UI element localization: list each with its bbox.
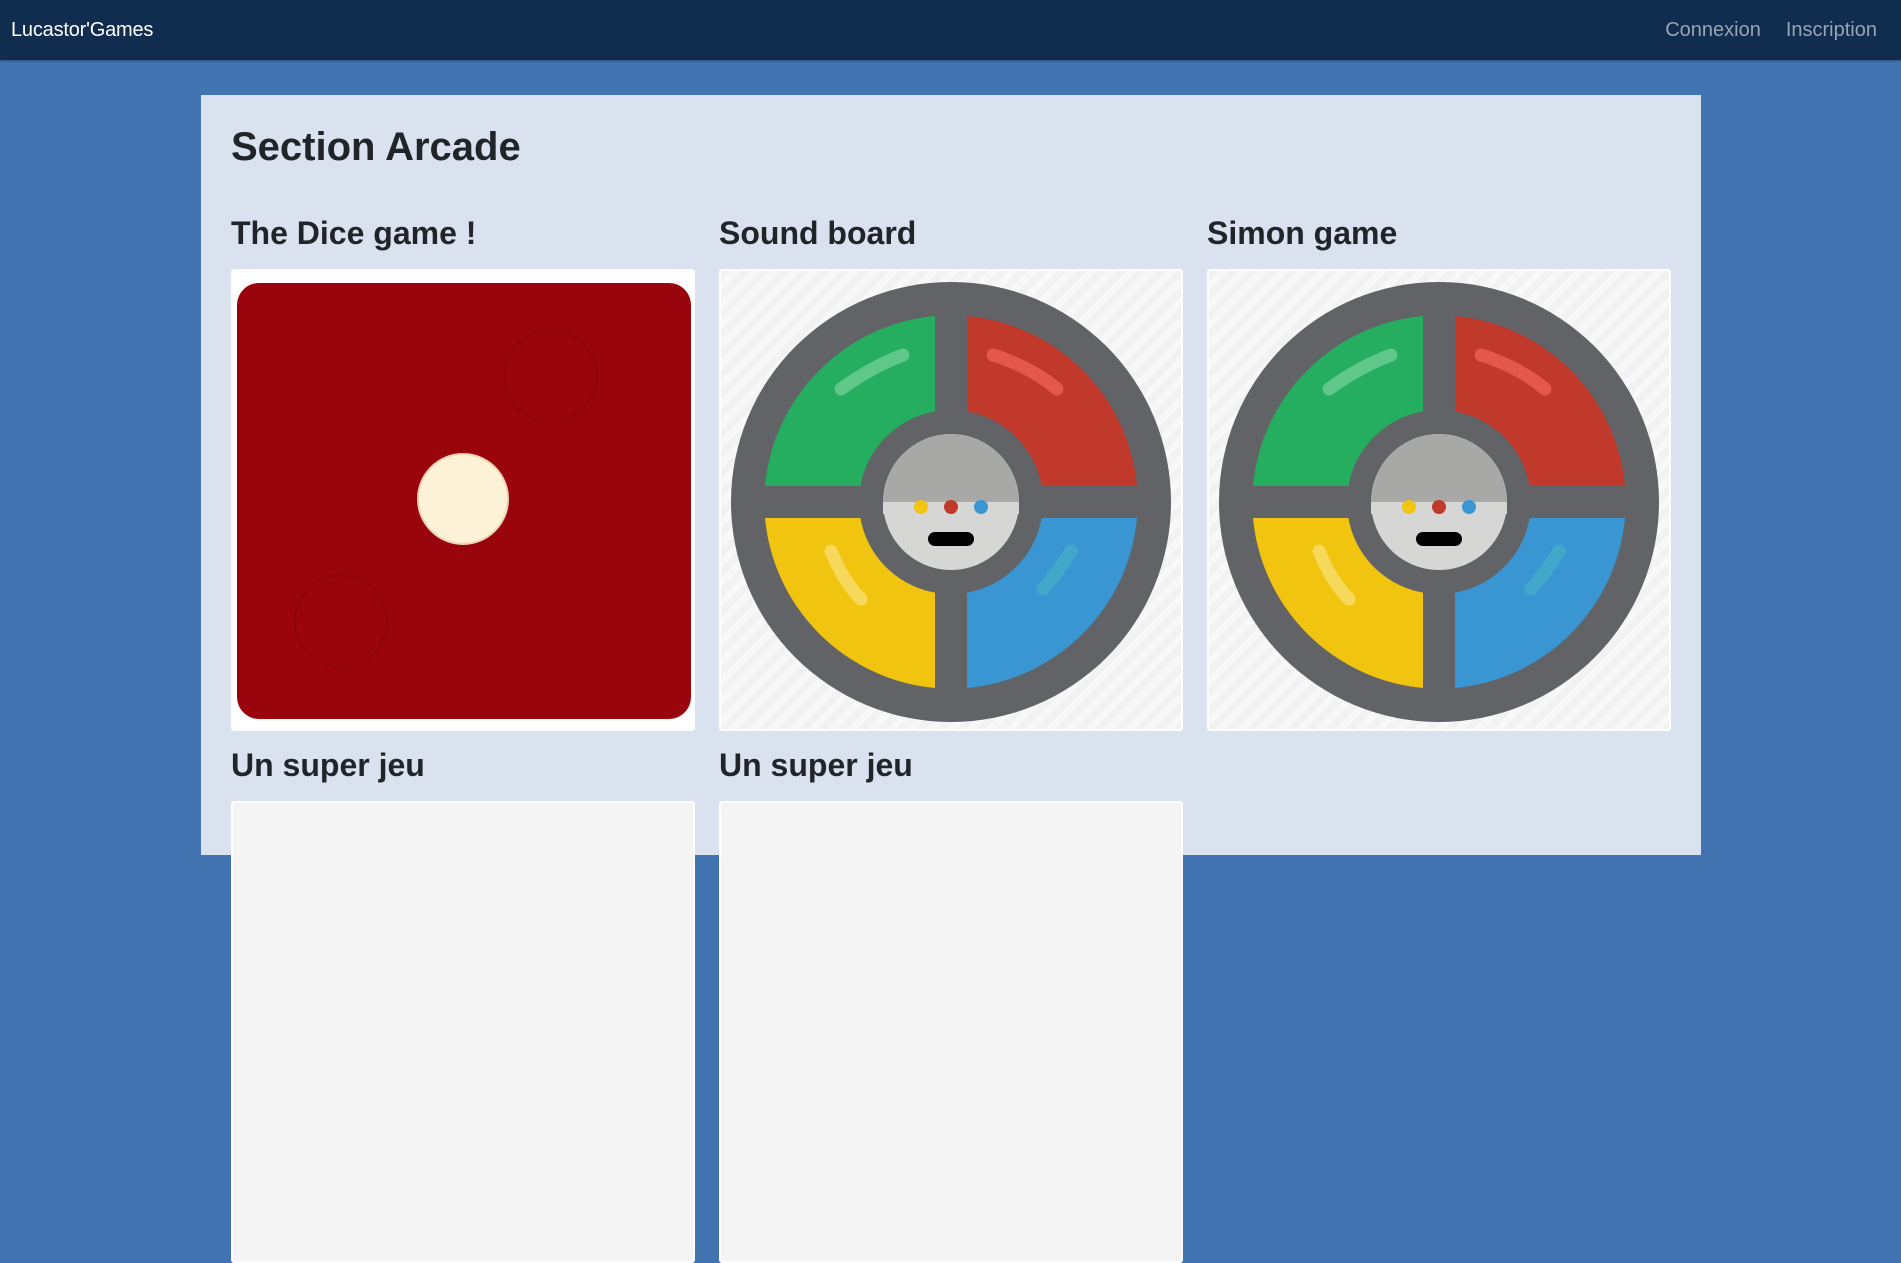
soundboard-thumbnail[interactable] [719,269,1183,731]
brand-link[interactable]: Lucastor'Games [11,0,153,60]
login-link[interactable]: Connexion [1665,0,1761,60]
game-card-placeholder: Un super jeu [719,745,1183,1263]
placeholder-thumbnail[interactable] [719,801,1183,1263]
placeholder-thumbnail[interactable] [231,801,695,1263]
simon-game-thumbnail[interactable] [1207,269,1671,731]
game-card-soundboard: Sound board [719,213,1183,731]
game-card-simon: Simon game [1207,213,1671,731]
dice-game-thumbnail[interactable] [231,269,695,731]
game-card-placeholder: Un super jeu [231,745,695,1263]
page-title: Section Arcade [231,125,521,169]
game-title: Sound board [719,215,917,251]
signup-link[interactable]: Inscription [1786,0,1877,60]
simon-toy-icon [1209,271,1669,729]
game-title: Simon game [1207,215,1398,251]
navbar: Lucastor'Games Connexion Inscription [0,0,1901,60]
game-title: Un super jeu [231,747,425,783]
game-title: The Dice game ! [231,215,477,251]
nav-links: Connexion Inscription [1640,0,1877,60]
main-container: Section Arcade The Dice game ! Sound boa… [201,95,1701,1263]
game-card-dice: The Dice game ! [231,213,695,731]
dice-face-icon [233,271,693,729]
simon-toy-icon [721,271,1181,729]
game-title: Un super jeu [719,747,913,783]
